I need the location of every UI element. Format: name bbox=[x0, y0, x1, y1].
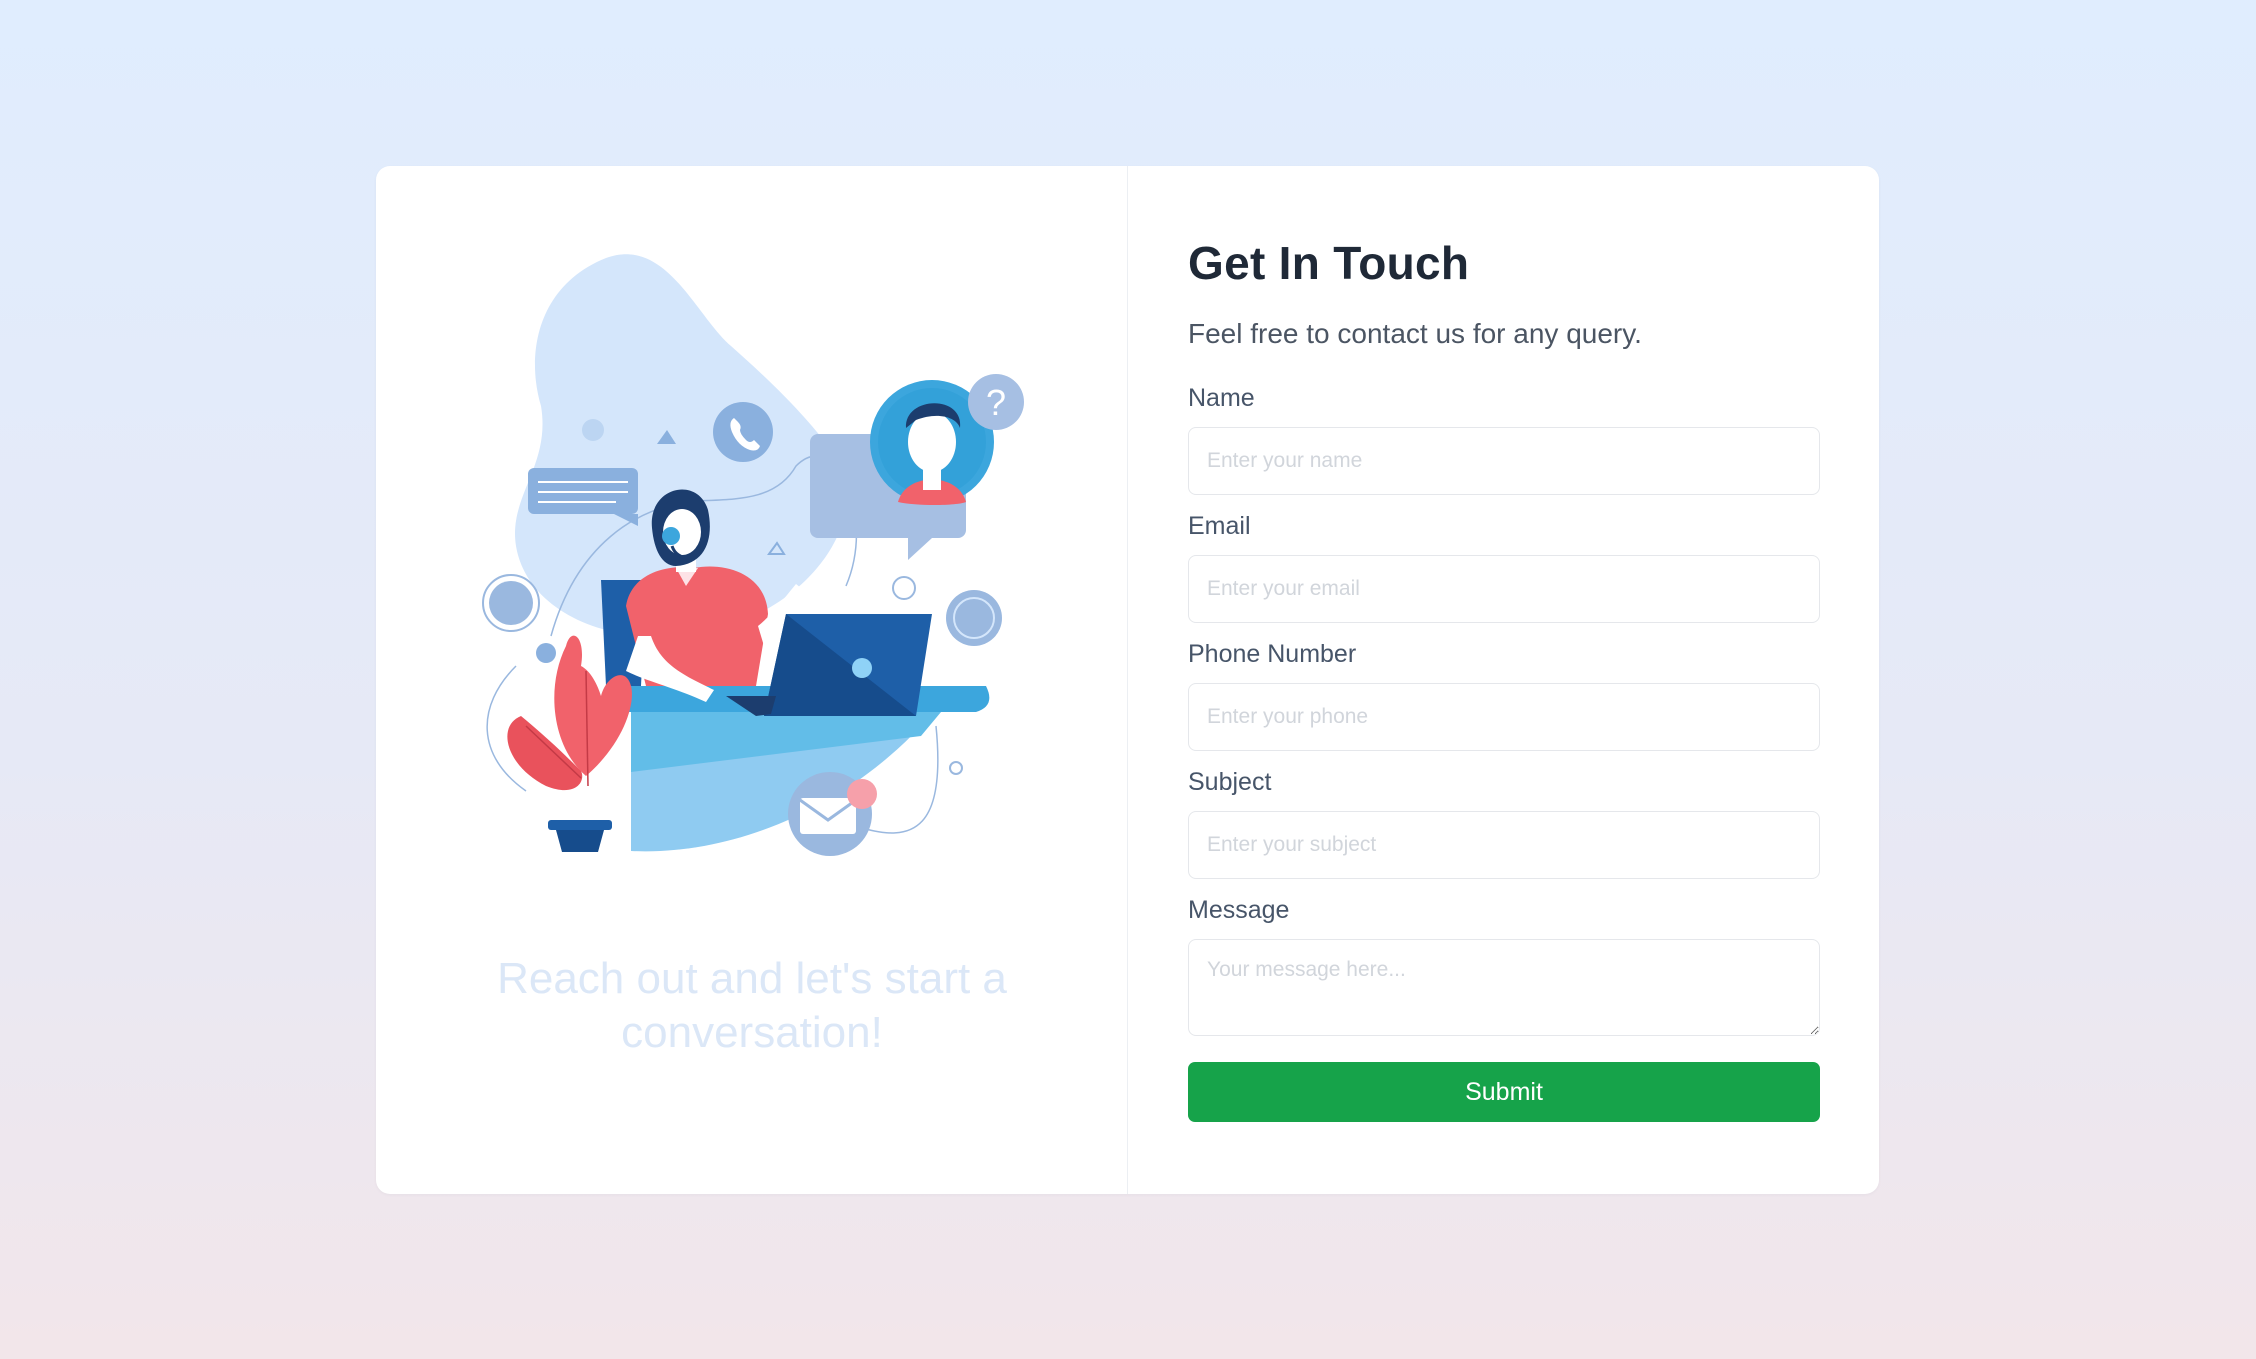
contact-card: ? Reach out and let's start a conversati… bbox=[376, 166, 1879, 1194]
phone-field-group: Phone Number bbox=[1188, 639, 1820, 751]
email-label: Email bbox=[1188, 512, 1251, 540]
subject-field-group: Subject bbox=[1188, 767, 1820, 879]
name-field-group: Name bbox=[1188, 383, 1820, 495]
subject-input[interactable] bbox=[1188, 811, 1820, 879]
phone-input[interactable] bbox=[1188, 683, 1820, 751]
contact-form-panel: Get In Touch Feel free to contact us for… bbox=[1128, 166, 1879, 1194]
phone-icon bbox=[713, 402, 773, 462]
name-label: Name bbox=[1188, 384, 1255, 412]
phone-label: Phone Number bbox=[1188, 640, 1357, 668]
illustration-panel: ? Reach out and let's start a conversati… bbox=[376, 166, 1128, 1194]
email-input[interactable] bbox=[1188, 555, 1820, 623]
name-input[interactable] bbox=[1188, 427, 1820, 495]
form-title: Get In Touch bbox=[1188, 237, 1470, 289]
subject-label: Subject bbox=[1188, 768, 1272, 796]
tagline: Reach out and let's start a conversation… bbox=[497, 954, 1007, 1057]
submit-button[interactable]: Submit bbox=[1188, 1062, 1820, 1122]
message-textarea[interactable] bbox=[1188, 939, 1820, 1036]
message-field-group: Message bbox=[1188, 895, 1820, 1036]
email-field-group: Email bbox=[1188, 511, 1820, 623]
message-label: Message bbox=[1188, 896, 1290, 924]
svg-text:?: ? bbox=[986, 382, 1006, 423]
form-subtitle: Feel free to contact us for any query. bbox=[1188, 318, 1642, 349]
customer-support-illustration: ? bbox=[482, 254, 1024, 856]
